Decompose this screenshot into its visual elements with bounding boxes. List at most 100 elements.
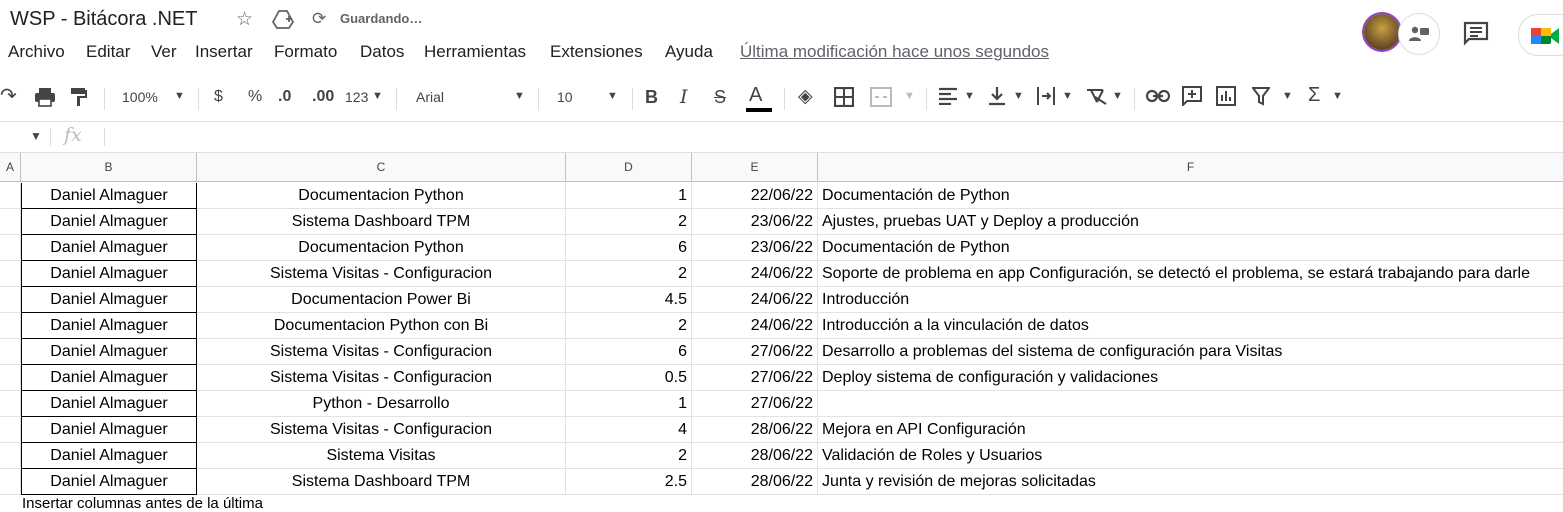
cell-f[interactable]: Ajustes, pruebas UAT y Deploy a producci…: [818, 209, 1563, 235]
text-wrap-icon[interactable]: [1036, 86, 1056, 111]
cell-a[interactable]: [0, 469, 21, 495]
text-color-button[interactable]: A: [749, 84, 762, 107]
cell-c[interactable]: Documentacion Python: [197, 183, 566, 209]
insert-link-icon[interactable]: [1145, 89, 1171, 108]
menu-herramientas[interactable]: Herramientas: [424, 42, 526, 62]
text-rotation-icon[interactable]: [1085, 86, 1107, 111]
strikethrough-button[interactable]: S: [714, 87, 726, 108]
print-icon[interactable]: [34, 87, 56, 112]
column-header-a[interactable]: A: [0, 153, 21, 182]
comment-icon[interactable]: [1462, 20, 1490, 51]
cell-a[interactable]: [0, 261, 21, 287]
cell-b[interactable]: Daniel Almaguer: [21, 261, 197, 287]
cell-d[interactable]: 6: [566, 235, 692, 261]
font-size-select[interactable]: 10: [557, 89, 573, 105]
cell-b[interactable]: Daniel Almaguer: [21, 209, 197, 235]
cell-f[interactable]: Mejora en API Configuración: [818, 417, 1563, 443]
cell-c[interactable]: Sistema Visitas - Configuracion: [197, 365, 566, 391]
cell-a[interactable]: [0, 287, 21, 313]
chevron-down-icon[interactable]: ▼: [514, 90, 525, 102]
cell-f[interactable]: Introducción: [818, 287, 1563, 313]
cell-c[interactable]: Sistema Visitas - Configuracion: [197, 417, 566, 443]
bold-button[interactable]: B: [645, 87, 658, 108]
cell-e[interactable]: 24/06/22: [692, 261, 818, 287]
cell-d[interactable]: 4.5: [566, 287, 692, 313]
increase-decimals-button[interactable]: .00: [312, 88, 334, 106]
chevron-down-icon[interactable]: ▼: [1112, 90, 1123, 102]
functions-button[interactable]: Σ: [1308, 84, 1320, 107]
borders-icon[interactable]: [833, 86, 855, 112]
cell-f[interactable]: Documentación de Python: [818, 235, 1563, 261]
chevron-down-icon[interactable]: ▼: [1062, 90, 1073, 102]
cell-a[interactable]: [0, 183, 21, 209]
cell-d[interactable]: 2: [566, 209, 692, 235]
cell-c[interactable]: Documentacion Python con Bi: [197, 313, 566, 339]
menu-formato[interactable]: Formato: [274, 42, 337, 62]
share-people-button[interactable]: [1398, 13, 1440, 55]
meet-button[interactable]: [1518, 14, 1563, 56]
more-formats-button[interactable]: 123: [345, 89, 368, 105]
cell-d[interactable]: 2: [566, 443, 692, 469]
insert-comment-icon[interactable]: [1182, 86, 1202, 111]
cell-e[interactable]: 24/06/22: [692, 287, 818, 313]
cell-f[interactable]: Soporte de problema en app Configuración…: [818, 261, 1563, 287]
zoom-select[interactable]: 100%: [122, 89, 158, 105]
cell-b[interactable]: Daniel Almaguer: [21, 469, 197, 495]
horizontal-align-icon[interactable]: [938, 87, 958, 110]
cell-b[interactable]: Daniel Almaguer: [21, 235, 197, 261]
cell-c[interactable]: Sistema Visitas - Configuracion: [197, 339, 566, 365]
cell-d[interactable]: 0.5: [566, 365, 692, 391]
menu-ver[interactable]: Ver: [151, 42, 177, 62]
cell-c[interactable]: Sistema Visitas: [197, 443, 566, 469]
column-header-e[interactable]: E: [692, 153, 818, 182]
cell-a[interactable]: [0, 313, 21, 339]
cell-a[interactable]: [0, 417, 21, 443]
menu-ayuda[interactable]: Ayuda: [665, 42, 713, 62]
cell-d[interactable]: 1: [566, 391, 692, 417]
currency-format-button[interactable]: $: [214, 88, 223, 106]
cell-e[interactable]: 28/06/22: [692, 417, 818, 443]
filter-icon[interactable]: [1251, 86, 1271, 111]
italic-button[interactable]: I: [680, 86, 688, 108]
column-header-b[interactable]: B: [21, 153, 197, 182]
cell-d[interactable]: 2: [566, 261, 692, 287]
decrease-decimals-button[interactable]: .0: [278, 88, 291, 106]
vertical-align-icon[interactable]: [988, 86, 1006, 111]
cell-e[interactable]: 27/06/22: [692, 339, 818, 365]
name-box-dropdown[interactable]: ▼: [30, 129, 42, 143]
redo-icon[interactable]: ↷: [0, 83, 17, 108]
column-header-f[interactable]: F: [818, 153, 1563, 182]
cell-a[interactable]: [0, 365, 21, 391]
document-title[interactable]: WSP - Bitácora .NET: [10, 8, 197, 31]
cell-c[interactable]: Python - Desarrollo: [197, 391, 566, 417]
menu-datos[interactable]: Datos: [360, 42, 404, 62]
cell-b[interactable]: Daniel Almaguer: [21, 183, 197, 209]
cell-d[interactable]: 4: [566, 417, 692, 443]
chevron-down-icon[interactable]: ▼: [174, 90, 185, 102]
cell-c[interactable]: Documentacion Python: [197, 235, 566, 261]
chevron-down-icon[interactable]: ▼: [1013, 90, 1024, 102]
cell-a[interactable]: [0, 235, 21, 261]
cell-e[interactable]: 23/06/22: [692, 209, 818, 235]
cell-f[interactable]: [818, 391, 1563, 417]
cell-a[interactable]: [0, 391, 21, 417]
chevron-down-icon[interactable]: ▼: [372, 90, 383, 102]
cell-e[interactable]: 27/06/22: [692, 365, 818, 391]
cell-e[interactable]: 23/06/22: [692, 235, 818, 261]
cell-b[interactable]: Daniel Almaguer: [21, 365, 197, 391]
chevron-down-icon[interactable]: ▼: [1332, 90, 1343, 102]
cell-a[interactable]: [0, 443, 21, 469]
cell-a[interactable]: [0, 209, 21, 235]
cell-c[interactable]: Documentacion Power Bi: [197, 287, 566, 313]
menu-extensiones[interactable]: Extensiones: [550, 42, 643, 62]
cell-b[interactable]: Daniel Almaguer: [21, 313, 197, 339]
cell-e[interactable]: 28/06/22: [692, 443, 818, 469]
last-edit-link[interactable]: Última modificación hace unos segundos: [740, 42, 1049, 62]
cell-d[interactable]: 1: [566, 183, 692, 209]
chevron-down-icon[interactable]: ▼: [964, 90, 975, 102]
cell-b[interactable]: Daniel Almaguer: [21, 443, 197, 469]
cell-e[interactable]: 27/06/22: [692, 391, 818, 417]
cell-c[interactable]: Sistema Dashboard TPM: [197, 469, 566, 495]
insert-chart-icon[interactable]: [1216, 86, 1236, 111]
cell-c[interactable]: Sistema Visitas - Configuracion: [197, 261, 566, 287]
